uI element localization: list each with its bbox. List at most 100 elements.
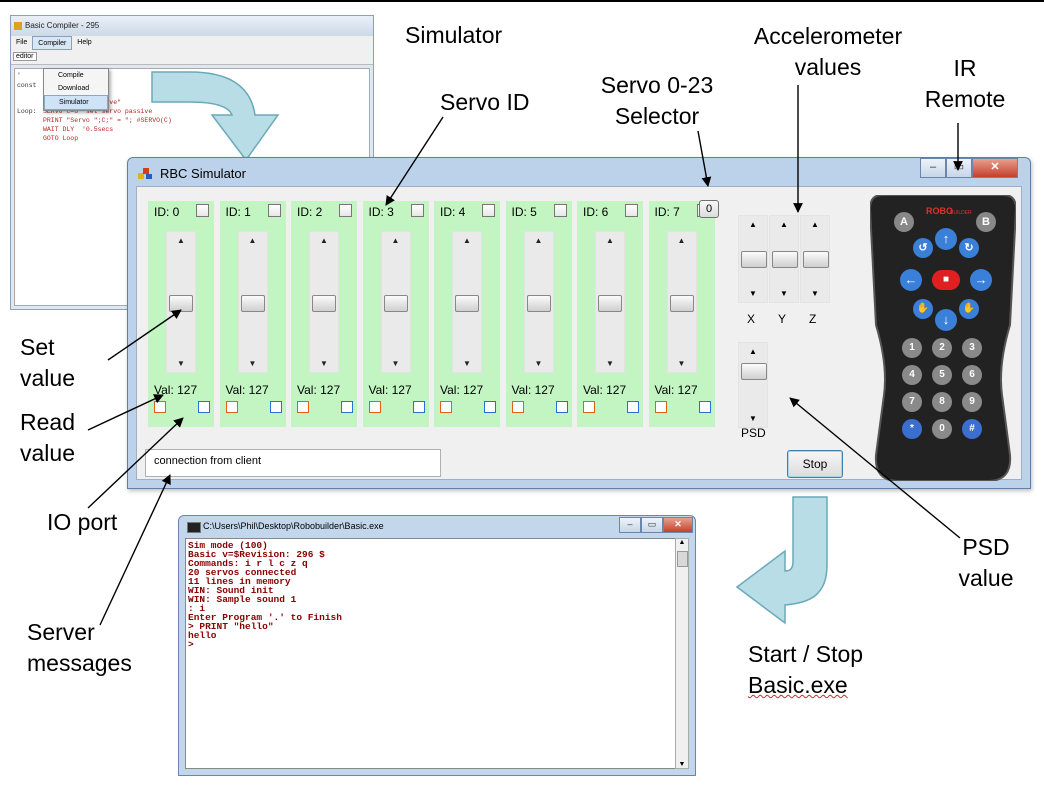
accel-z-slider[interactable]: ▲ ▼ [800, 215, 830, 303]
servo-id-label: ID: 7 [654, 205, 680, 219]
accel-x-slider[interactable]: ▲ ▼ [738, 215, 768, 303]
servo-set-slider[interactable]: ▲ ▼ [523, 231, 554, 373]
editor-tab[interactable]: editor [13, 52, 37, 61]
slider-thumb[interactable] [169, 294, 193, 312]
arrow-left-icon[interactable]: ← [900, 269, 922, 291]
io-port-out[interactable] [583, 401, 595, 413]
accel-y-slider[interactable]: ▲ ▼ [769, 215, 799, 303]
io-port-in[interactable] [412, 401, 425, 413]
servo-enable-checkbox[interactable] [339, 204, 352, 217]
io-port-out[interactable] [297, 401, 309, 413]
io-port-out[interactable] [225, 401, 238, 413]
psd-slider[interactable]: ▲ ▼ [738, 342, 768, 428]
arrow-down-icon[interactable]: ↓ [935, 309, 957, 331]
servo-enable-checkbox[interactable] [625, 204, 638, 217]
slider-thumb[interactable] [741, 251, 767, 268]
servo-enable-checkbox[interactable] [482, 204, 495, 217]
io-port-in[interactable] [269, 401, 282, 413]
slider-thumb[interactable] [455, 294, 479, 312]
io-port-in[interactable] [698, 401, 711, 413]
slider-thumb[interactable] [669, 294, 694, 312]
servo-set-slider[interactable]: ▲ ▼ [666, 231, 697, 373]
servo-set-slider[interactable]: ▲ ▼ [595, 231, 625, 373]
console-scrollbar[interactable]: ▲ ▼ [675, 538, 689, 769]
io-port-out[interactable] [654, 401, 667, 413]
remote-key[interactable]: 8 [932, 392, 952, 412]
hand-right-icon[interactable]: ✋ [959, 299, 979, 319]
io-port-in[interactable] [627, 401, 639, 413]
servo-enable-checkbox[interactable] [553, 204, 567, 217]
remote-key[interactable]: 6 [962, 365, 982, 385]
servo-enable-checkbox[interactable] [196, 204, 209, 217]
arrow-right-icon[interactable]: → [970, 269, 992, 291]
slider-thumb[interactable] [312, 294, 336, 312]
scroll-up-icon: ▲ [320, 236, 328, 245]
menu-item-download[interactable]: Download [44, 82, 108, 95]
console-output[interactable]: Sim mode (100) Basic v=$Revision: 296 $ Co… [185, 538, 677, 769]
remote-b-button[interactable]: B [976, 212, 996, 232]
maximize-icon[interactable]: ▭ [946, 158, 972, 178]
scroll-down-icon: ▼ [677, 359, 686, 368]
remote-key[interactable]: 2 [932, 338, 952, 358]
remote-key[interactable]: 0 [932, 419, 952, 439]
menu-file[interactable]: File [11, 36, 32, 50]
minimize-icon[interactable]: – [619, 517, 641, 533]
io-port-out[interactable] [440, 401, 452, 413]
maximize-icon[interactable]: ▭ [641, 517, 663, 533]
menu-help[interactable]: Help [72, 36, 96, 50]
remote-key[interactable]: 5 [932, 365, 952, 385]
remote-a-button[interactable]: A [894, 212, 914, 232]
rotate-left-icon[interactable]: ↺ [913, 238, 933, 258]
servo-id-label: ID: 3 [368, 205, 394, 219]
servo-read-value: Val: 127 [368, 383, 412, 397]
servo-set-slider[interactable]: ▲ ▼ [166, 231, 196, 373]
servo-set-slider[interactable]: ▲ ▼ [380, 231, 411, 373]
close-icon[interactable]: ✕ [972, 158, 1018, 178]
minimize-icon[interactable]: – [920, 158, 946, 178]
slider-thumb[interactable] [240, 294, 265, 312]
remote-key[interactable]: 7 [902, 392, 922, 412]
io-port-out[interactable] [368, 401, 381, 413]
remote-key[interactable]: 1 [902, 338, 922, 358]
io-port-in[interactable] [341, 401, 353, 413]
hand-left-icon[interactable]: ✋ [913, 299, 933, 319]
servo-set-slider[interactable]: ▲ ▼ [452, 231, 482, 373]
io-port-in[interactable] [484, 401, 496, 413]
arrow-up-icon[interactable]: ↑ [935, 228, 957, 250]
slider-thumb[interactable] [598, 294, 622, 312]
console-title: C:\Users\Phil\Desktop\Robobuilder\Basic.… [203, 521, 384, 531]
servo-set-slider[interactable]: ▲ ▼ [237, 231, 268, 373]
slider-thumb[interactable] [526, 294, 551, 312]
slider-thumb[interactable] [741, 363, 767, 380]
remote-key[interactable]: 9 [962, 392, 982, 412]
servo-id-label: ID: 2 [297, 205, 323, 219]
close-icon[interactable]: ✕ [663, 517, 693, 533]
slider-thumb[interactable] [803, 251, 829, 268]
scrollbar-thumb[interactable] [677, 551, 688, 567]
remote-key[interactable]: * [902, 419, 922, 439]
io-port-out[interactable] [154, 401, 166, 413]
servo-selector-button[interactable]: 0 [699, 200, 719, 218]
servo-enable-checkbox[interactable] [267, 204, 281, 217]
io-port-in[interactable] [198, 401, 210, 413]
server-messages-arrow [99, 474, 171, 626]
io-port-out[interactable] [511, 401, 524, 413]
stop-square-icon[interactable]: ■ [932, 270, 960, 290]
stop-button[interactable]: Stop [787, 450, 843, 478]
remote-key[interactable]: 4 [902, 365, 922, 385]
servo-enable-checkbox[interactable] [410, 204, 424, 217]
remote-key[interactable]: # [962, 419, 982, 439]
slider-thumb[interactable] [383, 294, 408, 312]
menu-item-compile[interactable]: Compile [44, 69, 108, 82]
menu-compiler[interactable]: Compiler [32, 36, 73, 50]
remote-key[interactable]: 3 [962, 338, 982, 358]
io-port-in[interactable] [555, 401, 568, 413]
label-psd-value-line2: value [958, 565, 1014, 591]
servo-set-slider[interactable]: ▲ ▼ [309, 231, 339, 373]
slider-thumb[interactable] [772, 251, 798, 268]
rotate-right-icon[interactable]: ↻ [959, 238, 979, 258]
menu-item-simulator[interactable]: Simulator [44, 95, 108, 110]
scroll-down-icon: ▼ [780, 289, 788, 298]
simulator-title-bar: RBC Simulator – ▭ ✕ [128, 158, 1030, 186]
code-label: ' [17, 72, 21, 79]
